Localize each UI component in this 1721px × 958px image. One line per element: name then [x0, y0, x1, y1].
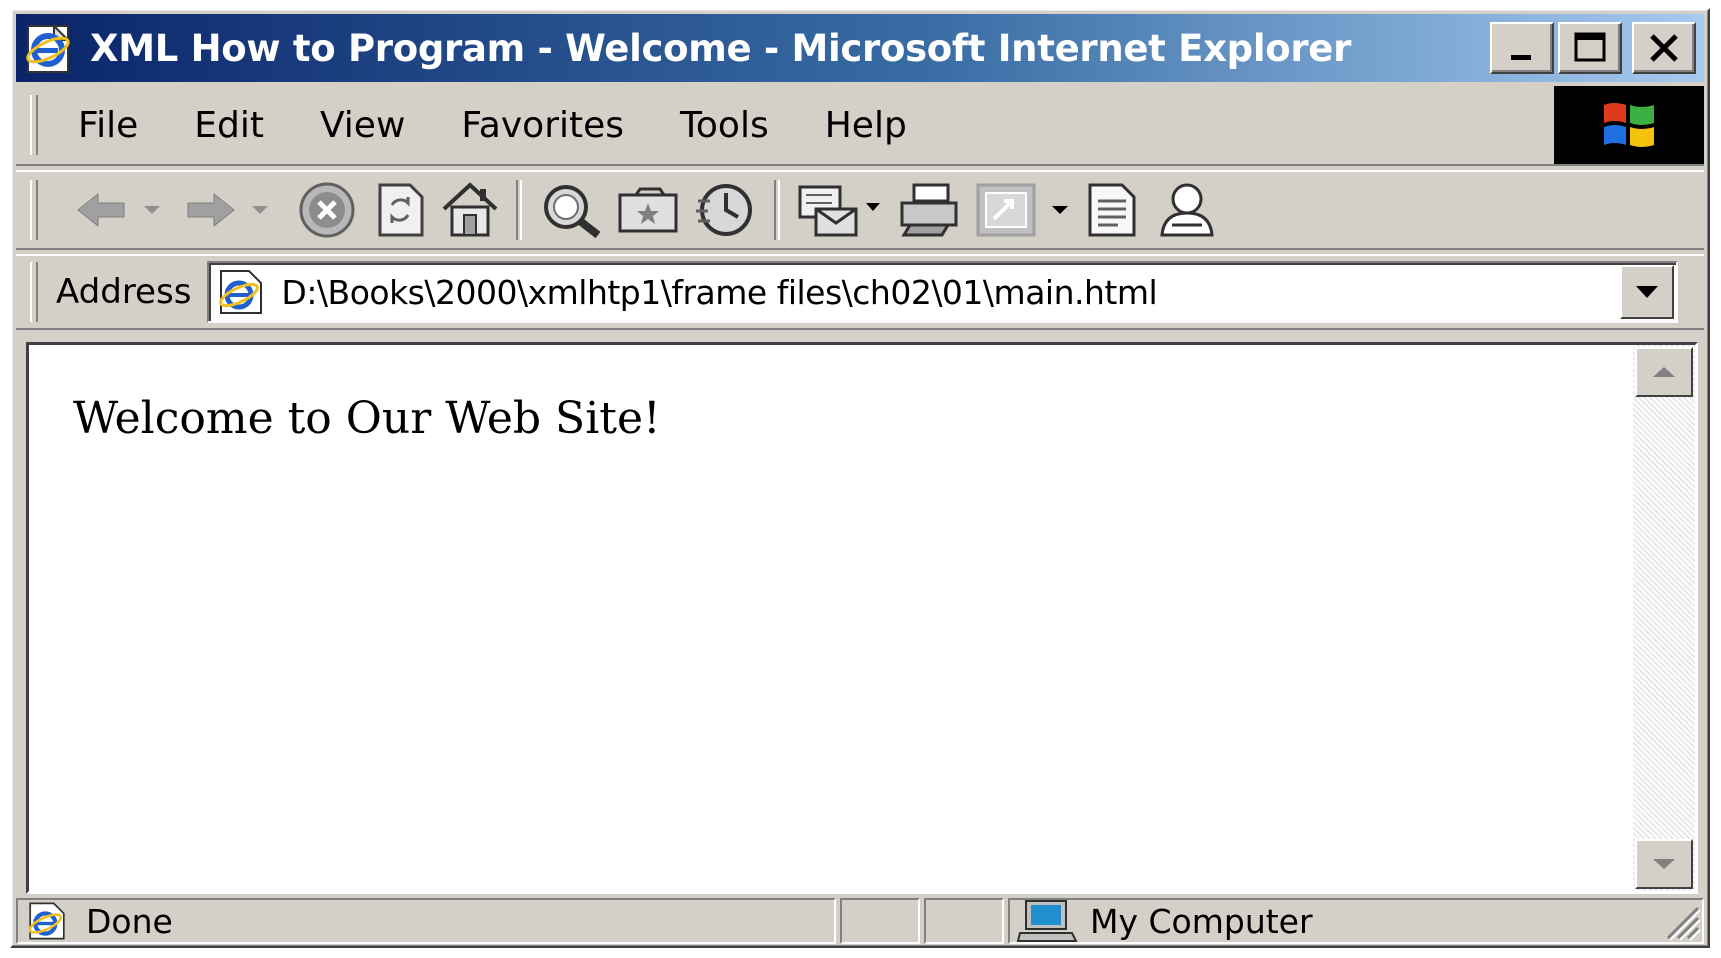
status-pane-empty — [840, 898, 920, 944]
maximize-icon — [1574, 32, 1606, 62]
back-arrow-icon — [77, 192, 125, 228]
scroll-up-button[interactable] — [1635, 347, 1693, 397]
messenger-button[interactable] — [1154, 178, 1220, 242]
menu-view[interactable]: View — [292, 105, 433, 146]
mail-icon — [798, 185, 880, 237]
refresh-button[interactable] — [372, 178, 428, 242]
stop-button[interactable] — [294, 178, 360, 242]
status-zone-pane: My Computer — [1008, 898, 1704, 944]
forward-button[interactable] — [182, 178, 238, 242]
address-dropdown-button[interactable] — [1620, 265, 1674, 319]
status-bar: Done My Computer — [16, 898, 1704, 944]
forward-dropdown[interactable] — [250, 178, 270, 242]
edit-button[interactable] — [974, 178, 1038, 242]
scroll-down-button[interactable] — [1635, 839, 1693, 889]
history-icon — [696, 184, 752, 236]
chevron-down-icon — [1052, 206, 1068, 214]
back-dropdown[interactable] — [142, 178, 162, 242]
arrow-down-icon — [1653, 859, 1675, 869]
edit-icon — [976, 183, 1036, 237]
back-button[interactable] — [74, 178, 130, 242]
status-text: Done — [86, 901, 173, 941]
close-button[interactable] — [1632, 22, 1696, 74]
menu-grip[interactable] — [30, 95, 38, 155]
menu-edit[interactable]: Edit — [166, 105, 292, 146]
minimize-button[interactable] — [1490, 22, 1554, 74]
discuss-icon — [1088, 183, 1136, 237]
toolbar-separator — [516, 180, 522, 240]
menu-tools[interactable]: Tools — [652, 105, 797, 146]
resize-grip-icon[interactable] — [1662, 902, 1702, 942]
menu-help[interactable]: Help — [797, 105, 935, 146]
chevron-down-icon — [1636, 286, 1658, 298]
chevron-down-icon — [144, 206, 160, 214]
status-pane-empty — [924, 898, 1004, 944]
address-bar: Address D:\Books\2000\xmlhtp1\frame file… — [16, 254, 1704, 330]
windows-logo-icon — [1604, 103, 1654, 147]
page-content[interactable]: Welcome to Our Web Site! — [26, 342, 1698, 894]
status-main-pane: Done — [16, 898, 836, 944]
refresh-icon — [378, 183, 424, 237]
minimize-icon — [1511, 55, 1531, 60]
favorites-icon — [618, 187, 678, 233]
ie-page-icon — [28, 902, 65, 940]
close-icon — [1650, 34, 1678, 62]
home-button[interactable] — [440, 178, 500, 242]
history-button[interactable] — [692, 178, 758, 242]
discuss-button[interactable] — [1082, 178, 1142, 242]
vertical-scrollbar[interactable] — [1633, 345, 1695, 891]
ie-page-icon — [219, 270, 263, 314]
maximize-button[interactable] — [1558, 22, 1622, 74]
search-icon — [544, 185, 601, 239]
window-controls — [1490, 22, 1696, 74]
ie-logo-icon — [26, 23, 71, 73]
arrow-up-icon — [1653, 367, 1675, 377]
menu-bar: File Edit View Favorites Tools Help — [16, 86, 1704, 166]
forward-arrow-icon — [187, 192, 235, 228]
address-value: D:\Books\2000\xmlhtp1\frame files\ch02\0… — [281, 272, 1158, 312]
windows-throbber — [1554, 86, 1704, 164]
menu-file[interactable]: File — [38, 105, 166, 146]
address-label: Address — [56, 272, 192, 312]
browser-window: XML How to Program - Welcome - Microsoft… — [10, 8, 1710, 948]
print-icon — [900, 183, 958, 237]
address-grip[interactable] — [30, 262, 38, 322]
home-icon — [442, 182, 498, 237]
search-button[interactable] — [538, 178, 604, 242]
toolbar-grip[interactable] — [30, 180, 38, 240]
welcome-text: Welcome to Our Web Site! — [73, 393, 661, 444]
mail-button[interactable] — [796, 178, 884, 242]
window-title: XML How to Program - Welcome - Microsoft… — [90, 26, 1352, 70]
toolbar-separator — [774, 180, 780, 240]
favorites-button[interactable] — [616, 178, 680, 242]
standard-toolbar — [16, 170, 1704, 250]
address-input[interactable]: D:\Books\2000\xmlhtp1\frame files\ch02\0… — [207, 261, 1678, 323]
messenger-icon — [1160, 183, 1214, 237]
computer-icon — [1016, 900, 1078, 942]
edit-dropdown[interactable] — [1050, 178, 1070, 242]
print-button[interactable] — [896, 178, 962, 242]
title-bar[interactable]: XML How to Program - Welcome - Microsoft… — [16, 14, 1704, 82]
chevron-down-icon — [252, 206, 268, 214]
menu-favorites[interactable]: Favorites — [433, 105, 652, 146]
stop-icon — [299, 182, 355, 238]
zone-text: My Computer — [1090, 901, 1313, 941]
